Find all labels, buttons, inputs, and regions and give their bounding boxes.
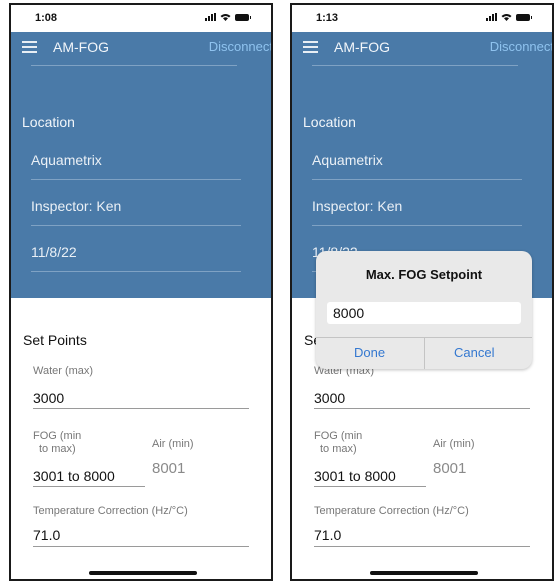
divider — [424, 337, 425, 369]
water-label: Water (max) — [33, 365, 94, 377]
nav-title: AM-FOG — [53, 39, 109, 55]
air-label: Air (min) — [433, 438, 475, 450]
home-indicator[interactable] — [370, 571, 478, 575]
wifi-icon — [220, 14, 231, 21]
fog-label-line1: FOG (min — [33, 430, 82, 442]
divider — [312, 225, 522, 226]
home-indicator[interactable] — [89, 571, 197, 575]
location-item-label: Inspector: Ken — [312, 198, 403, 214]
location-item-inspector[interactable]: Inspector: Ken — [312, 198, 522, 226]
temp-correction-label: Temperature Correction (Hz/°C) — [33, 505, 188, 517]
setpoint-input[interactable]: 8000 — [327, 302, 521, 324]
hamburger-menu-icon[interactable] — [303, 41, 318, 53]
location-title: Location — [22, 114, 75, 130]
setpoint-input-value: 8000 — [333, 305, 365, 321]
status-time: 1:08 — [35, 12, 58, 24]
hamburger-menu-icon[interactable] — [22, 41, 37, 53]
disconnect-button[interactable]: Disconnect — [209, 39, 271, 54]
location-title: Location — [303, 114, 356, 130]
air-value: 8001 — [152, 460, 186, 477]
cellular-signal-icon — [205, 13, 216, 21]
location-item-company[interactable]: Aquametrix — [312, 152, 522, 180]
disconnect-button[interactable]: Disconnect — [490, 39, 552, 54]
status-bar: 1:08 — [11, 5, 271, 32]
divider — [312, 179, 522, 180]
location-item-label: 11/8/22 — [31, 244, 77, 260]
divider — [31, 225, 241, 226]
divider — [31, 65, 237, 66]
phone-screen-right: 1:13 AM-FOG Disconnect Location Aquametr… — [290, 3, 554, 581]
battery-icon — [235, 14, 251, 21]
dialog-title: Max. FOG Setpoint — [365, 267, 483, 282]
wifi-icon — [501, 14, 512, 21]
location-item-date[interactable]: 11/8/22 — [31, 244, 241, 272]
fog-label-line2: to max) — [320, 443, 357, 455]
divider — [31, 179, 241, 180]
temp-input-underline — [33, 546, 249, 547]
temp-input-underline — [314, 546, 530, 547]
water-input[interactable]: 3000 — [33, 390, 64, 406]
fog-input-underline — [33, 486, 145, 487]
air-label: Air (min) — [152, 438, 194, 450]
status-icons — [486, 13, 532, 21]
divider — [312, 65, 518, 66]
status-icons — [205, 13, 251, 21]
fog-label-line2: to max) — [39, 443, 76, 455]
fog-label-line1: FOG (min — [314, 430, 363, 442]
temp-correction-input[interactable]: 71.0 — [33, 527, 60, 543]
water-input-underline — [314, 408, 530, 409]
cellular-signal-icon — [486, 13, 497, 21]
status-time: 1:13 — [316, 12, 339, 24]
fog-range-input[interactable]: 3001 to 8000 — [314, 468, 396, 484]
status-bar: 1:13 — [292, 5, 552, 32]
cancel-button[interactable]: Cancel — [454, 345, 494, 360]
phone-screen-left: 1:08 AM-FOG Disconnect Location Aquametr… — [9, 3, 273, 581]
battery-icon — [516, 14, 532, 21]
nav-title: AM-FOG — [334, 39, 390, 55]
location-item-inspector[interactable]: Inspector: Ken — [31, 198, 241, 226]
location-item-company[interactable]: Aquametrix — [31, 152, 241, 180]
divider — [31, 271, 241, 272]
location-item-label: Aquametrix — [312, 152, 383, 168]
water-input-underline — [33, 408, 249, 409]
nav-bar: AM-FOG Disconnect — [11, 32, 271, 62]
set-points-title: Set Points — [23, 332, 87, 348]
location-item-label: Inspector: Ken — [31, 198, 122, 214]
fog-label: FOG (min to max) — [33, 430, 81, 456]
temp-correction-label: Temperature Correction (Hz/°C) — [314, 505, 469, 517]
fog-range-input[interactable]: 3001 to 8000 — [33, 468, 115, 484]
done-button[interactable]: Done — [354, 345, 385, 360]
location-panel: Location Aquametrix Inspector: Ken 11/8/… — [11, 62, 271, 298]
setpoint-dialog: Max. FOG Setpoint 8000 Done Cancel — [316, 251, 532, 369]
air-value: 8001 — [433, 460, 467, 477]
fog-input-underline — [314, 486, 426, 487]
fog-label: FOG (min to max) — [314, 430, 362, 456]
location-item-label: Aquametrix — [31, 152, 102, 168]
water-input[interactable]: 3000 — [314, 390, 345, 406]
temp-correction-input[interactable]: 71.0 — [314, 527, 341, 543]
nav-bar: AM-FOG Disconnect — [292, 32, 552, 62]
